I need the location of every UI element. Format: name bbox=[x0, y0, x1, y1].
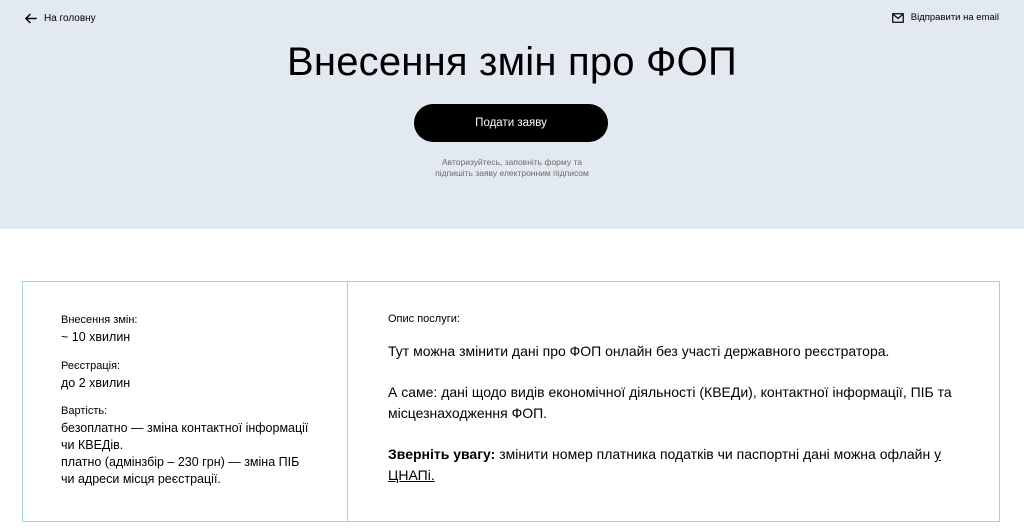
arrow-left-icon bbox=[25, 13, 37, 24]
hero-section: На головну Відправити на email Внесення … bbox=[0, 0, 1024, 229]
send-email-link[interactable]: Відправити на email bbox=[891, 12, 999, 23]
send-email-label: Відправити на email bbox=[910, 12, 999, 23]
description-paragraph-3: Зверніть увагу: змінити номер платника п… bbox=[388, 444, 978, 486]
cost-block: Вартість: безоплатно — зміна контактної … bbox=[61, 404, 311, 488]
attention-text: змінити номер платника податків чи паспо… bbox=[495, 446, 935, 462]
submit-application-button[interactable]: Подати заяву bbox=[414, 104, 608, 142]
cost-label: Вартість: bbox=[61, 405, 108, 417]
page-title: Внесення змін про ФОП bbox=[287, 40, 737, 84]
registration-duration-block: Реєстрація: до 2 хвилин bbox=[61, 359, 130, 392]
attention-label: Зверніть увагу: bbox=[388, 446, 496, 462]
hint-line-2: підпишіть заяву електронним підписом bbox=[435, 168, 589, 178]
registration-duration-value: до 2 хвилин bbox=[61, 376, 131, 390]
changes-duration-value: ~ 10 хвилин bbox=[61, 330, 131, 344]
description-paragraph-2: А саме: дані щодо видів економічної діял… bbox=[388, 384, 952, 421]
back-link-label: На головну bbox=[44, 13, 96, 24]
description-label: Опис послуги: bbox=[388, 313, 460, 325]
changes-duration-label: Внесення змін: bbox=[61, 314, 138, 326]
service-summary-panel: Внесення змін: ~ 10 хвилин Реєстрація: д… bbox=[23, 282, 348, 521]
registration-duration-label: Реєстрація: bbox=[61, 360, 121, 372]
hint-line-1: Авторизуйтесь, заповніть форму та bbox=[442, 157, 582, 167]
envelope-icon bbox=[891, 12, 904, 23]
service-info-card: Внесення змін: ~ 10 хвилин Реєстрація: д… bbox=[22, 281, 1000, 522]
changes-duration-block: Внесення змін: ~ 10 хвилин bbox=[61, 313, 138, 346]
cost-free-value: безоплатно — зміна контактної інформації… bbox=[61, 421, 309, 452]
back-to-home-link[interactable]: На головну bbox=[24, 12, 96, 25]
submit-hint: Авторизуйтесь, заповніть форму та підпиш… bbox=[0, 157, 1024, 179]
top-bar: На головну Відправити на email bbox=[0, 0, 1024, 38]
cost-paid-value: платно (адмінзбір – 230 грн) — зміна ПІБ… bbox=[61, 455, 300, 486]
service-description-panel: Опис послуги: Тут можна змінити дані про… bbox=[349, 282, 999, 521]
description-paragraph-1: Тут можна змінити дані про ФОП онлайн бе… bbox=[388, 343, 890, 359]
